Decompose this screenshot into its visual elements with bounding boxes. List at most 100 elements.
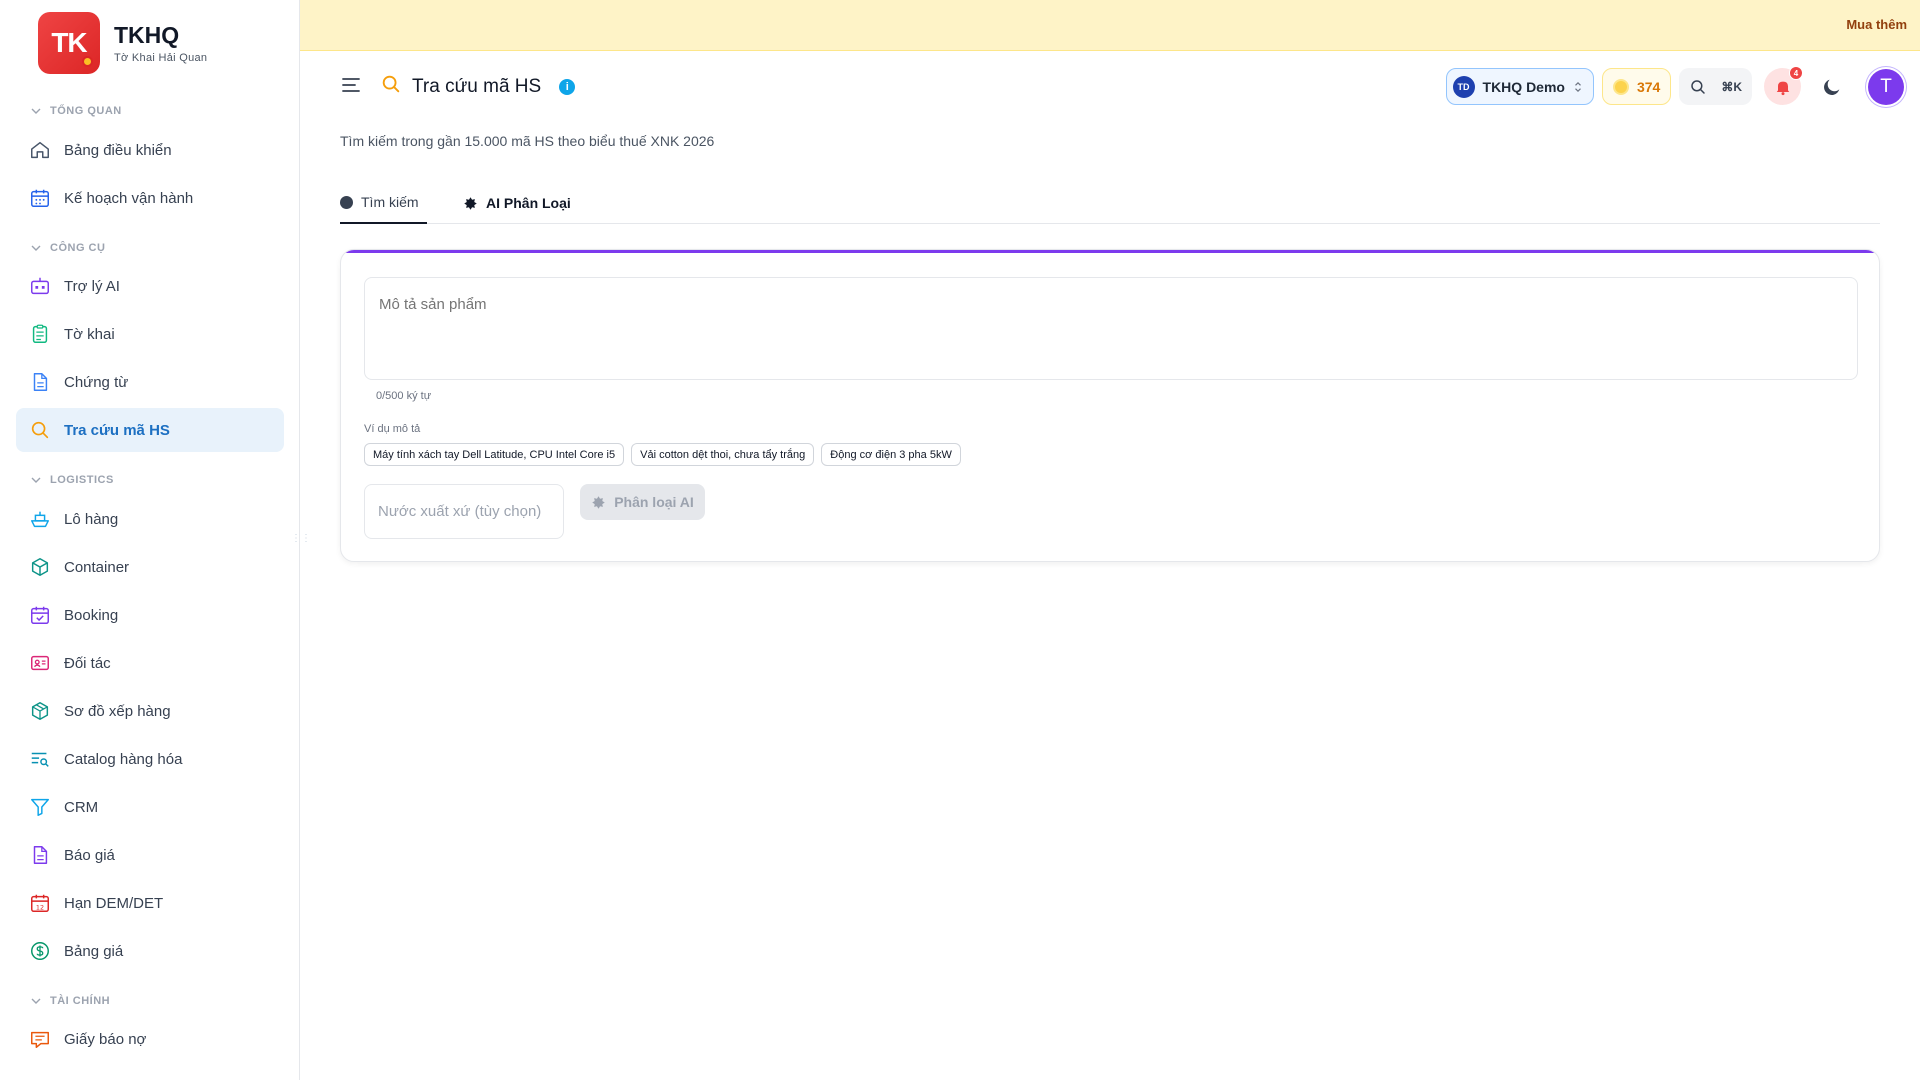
sidebar-item-dashboard[interactable]: Bảng điều khiển bbox=[16, 128, 284, 172]
origin-country-input[interactable]: Nước xuất xứ (tùy chọn) bbox=[364, 484, 564, 539]
brand-subtitle: Tờ Khai Hải Quan bbox=[114, 52, 208, 64]
package-icon bbox=[29, 700, 51, 722]
global-search-button[interactable]: ⌘K bbox=[1679, 68, 1752, 105]
sidebar-item-debit-note[interactable]: Giấy báo nợ bbox=[16, 1017, 284, 1061]
sidebar-item-crm[interactable]: CRM bbox=[16, 785, 284, 829]
sidebar-item-booking[interactable]: Booking bbox=[16, 593, 284, 637]
section-tai-chinh[interactable]: TÀI CHÍNH bbox=[30, 995, 110, 1007]
menu-toggle-icon[interactable] bbox=[340, 74, 362, 96]
sidebar-item-goods-catalog[interactable]: Catalog hàng hóa bbox=[16, 737, 284, 781]
sidebar-item-loading-plan[interactable]: Sơ đồ xếp hàng bbox=[16, 689, 284, 733]
chevron-down-icon bbox=[31, 477, 41, 483]
sparkle-badge-icon bbox=[592, 495, 605, 509]
sidebar-item-label: Kế hoạch vận hành bbox=[64, 189, 194, 207]
example-chip[interactable]: Vải cotton dệt thoi, chưa tẩy trắng bbox=[631, 443, 815, 466]
sidebar-item-label: Tra cứu mã HS bbox=[64, 421, 170, 439]
document-icon bbox=[29, 371, 51, 393]
brand-name: TKHQ bbox=[114, 22, 180, 48]
home-icon bbox=[29, 139, 51, 161]
logo-text: TK bbox=[51, 27, 87, 58]
svg-text:12: 12 bbox=[36, 903, 44, 911]
ship-icon bbox=[29, 508, 51, 530]
example-chips: Máy tính xách tay Dell Latitude, CPU Int… bbox=[364, 443, 961, 466]
sidebar-item-label: Giấy báo nợ bbox=[64, 1030, 147, 1048]
example-chip[interactable]: Máy tính xách tay Dell Latitude, CPU Int… bbox=[364, 443, 625, 466]
theme-toggle[interactable] bbox=[1813, 68, 1850, 105]
sidebar-item-operations-plan[interactable]: Kế hoạch vận hành bbox=[16, 176, 284, 220]
org-name: TKHQ Demo bbox=[1482, 78, 1565, 95]
tab-ai-classify[interactable]: AI Phân Loại bbox=[463, 182, 571, 224]
shortcut-hint: ⌘K bbox=[1721, 79, 1742, 94]
sidebar-item-quotes[interactable]: Báo giá bbox=[16, 833, 284, 877]
chevron-down-icon bbox=[31, 998, 41, 1004]
brand[interactable]: TK TKHQ Tờ Khai Hải Quan bbox=[38, 12, 207, 74]
product-description-input[interactable] bbox=[364, 277, 1858, 380]
sidebar-item-label: Tờ khai bbox=[64, 325, 115, 343]
receipt-icon bbox=[29, 1028, 51, 1050]
tab-label: Tìm kiếm bbox=[361, 194, 419, 210]
section-title-label: TỔNG QUAN bbox=[50, 105, 122, 117]
page-subtitle: Tìm kiếm trong gần 15.000 mã HS theo biể… bbox=[340, 133, 715, 149]
section-title-label: TÀI CHÍNH bbox=[50, 995, 111, 1007]
moon-icon bbox=[1823, 79, 1839, 95]
sidebar-item-label: Chứng từ bbox=[64, 373, 129, 391]
sidebar-item-label: Lô hàng bbox=[64, 510, 119, 528]
chevron-down-icon bbox=[31, 108, 41, 114]
sidebar-item-label: Catalog hàng hóa bbox=[64, 750, 183, 768]
search-icon bbox=[1691, 79, 1706, 94]
user-avatar[interactable]: T bbox=[1868, 68, 1904, 105]
sidebar-item-price-list[interactable]: Bảng giá bbox=[16, 929, 284, 973]
funnel-icon bbox=[29, 796, 51, 818]
ai-classify-button[interactable]: Phân loại AI bbox=[580, 484, 705, 520]
tab-search[interactable]: Tìm kiếm bbox=[340, 182, 427, 224]
chevron-down-icon bbox=[31, 245, 41, 251]
file-text-icon bbox=[29, 844, 51, 866]
notification-count-badge: 4 bbox=[1789, 66, 1803, 80]
sidebar-item-label: Hạn DEM/DET bbox=[64, 894, 164, 912]
sidebar-item-label: Báo giá bbox=[64, 846, 115, 864]
example-chip[interactable]: Động cơ điện 3 pha 5kW bbox=[821, 443, 961, 466]
notifications-button[interactable]: 4 bbox=[1764, 66, 1803, 105]
header-actions: TD TKHQ Demo 374 ⌘K 4 T bbox=[1445, 66, 1904, 105]
credits-badge[interactable]: 374 bbox=[1601, 68, 1672, 105]
contact-card-icon bbox=[29, 652, 51, 674]
sidebar-item-label: Container bbox=[64, 558, 130, 576]
sidebar-item-label: Đối tác bbox=[64, 654, 111, 672]
dollar-circle-icon bbox=[29, 940, 51, 962]
sidebar-item-documents[interactable]: Chứng từ bbox=[16, 360, 284, 404]
calendar-grid-icon bbox=[29, 187, 51, 209]
char-count: 0/500 ký tự bbox=[376, 390, 432, 402]
sidebar-item-label: Bảng giá bbox=[64, 942, 124, 960]
page-title: Tra cứu mã HS bbox=[412, 75, 542, 97]
buy-more-link[interactable]: Mua thêm bbox=[1846, 17, 1907, 32]
sidebar-item-partners[interactable]: Đối tác bbox=[16, 641, 284, 685]
sidebar-item-dem-det[interactable]: 12 Hạn DEM/DET bbox=[16, 881, 284, 925]
org-selector[interactable]: TD TKHQ Demo bbox=[1445, 68, 1594, 105]
page-header: Tra cứu mã HS i TD TKHQ Demo 374 ⌘K 4 T bbox=[300, 52, 1920, 120]
section-logistics[interactable]: LOGISTICS bbox=[30, 474, 114, 486]
sidebar-item-container[interactable]: Container bbox=[16, 545, 284, 589]
sidebar-item-ai-assistant[interactable]: Trợ lý AI bbox=[16, 264, 284, 308]
tab-label: AI Phân Loại bbox=[486, 195, 571, 211]
sidebar-item-hs-lookup[interactable]: Tra cứu mã HS bbox=[16, 408, 284, 452]
examples-label: Ví dụ mô tả bbox=[364, 423, 421, 435]
brand-logo: TK bbox=[38, 12, 100, 74]
classify-card: 0/500 ký tự Ví dụ mô tả Máy tính xách ta… bbox=[340, 249, 1880, 562]
top-banner: Mua thêm bbox=[300, 0, 1920, 51]
coin-icon bbox=[1612, 78, 1629, 95]
info-icon[interactable]: i bbox=[559, 78, 576, 95]
sidebar-item-label: Trợ lý AI bbox=[64, 277, 120, 295]
section-tong-quan[interactable]: TỔNG QUAN bbox=[30, 105, 122, 117]
card-accent-bar bbox=[341, 250, 1879, 253]
sidebar-item-shipments[interactable]: Lô hàng bbox=[16, 497, 284, 541]
list-search-icon bbox=[29, 748, 51, 770]
box-icon bbox=[29, 556, 51, 578]
sidebar-item-label: Booking bbox=[64, 606, 119, 624]
bell-icon bbox=[1776, 81, 1789, 95]
calendar-date-icon: 12 bbox=[29, 892, 51, 914]
ai-classify-label: Phân loại AI bbox=[614, 494, 694, 510]
sidebar-item-declarations[interactable]: Tờ khai bbox=[16, 312, 284, 356]
calendar-check-icon bbox=[29, 604, 51, 626]
section-cong-cu[interactable]: CÔNG CỤ bbox=[30, 242, 105, 254]
sidebar-resize-handle[interactable]: ⋮⋮ bbox=[291, 533, 311, 544]
